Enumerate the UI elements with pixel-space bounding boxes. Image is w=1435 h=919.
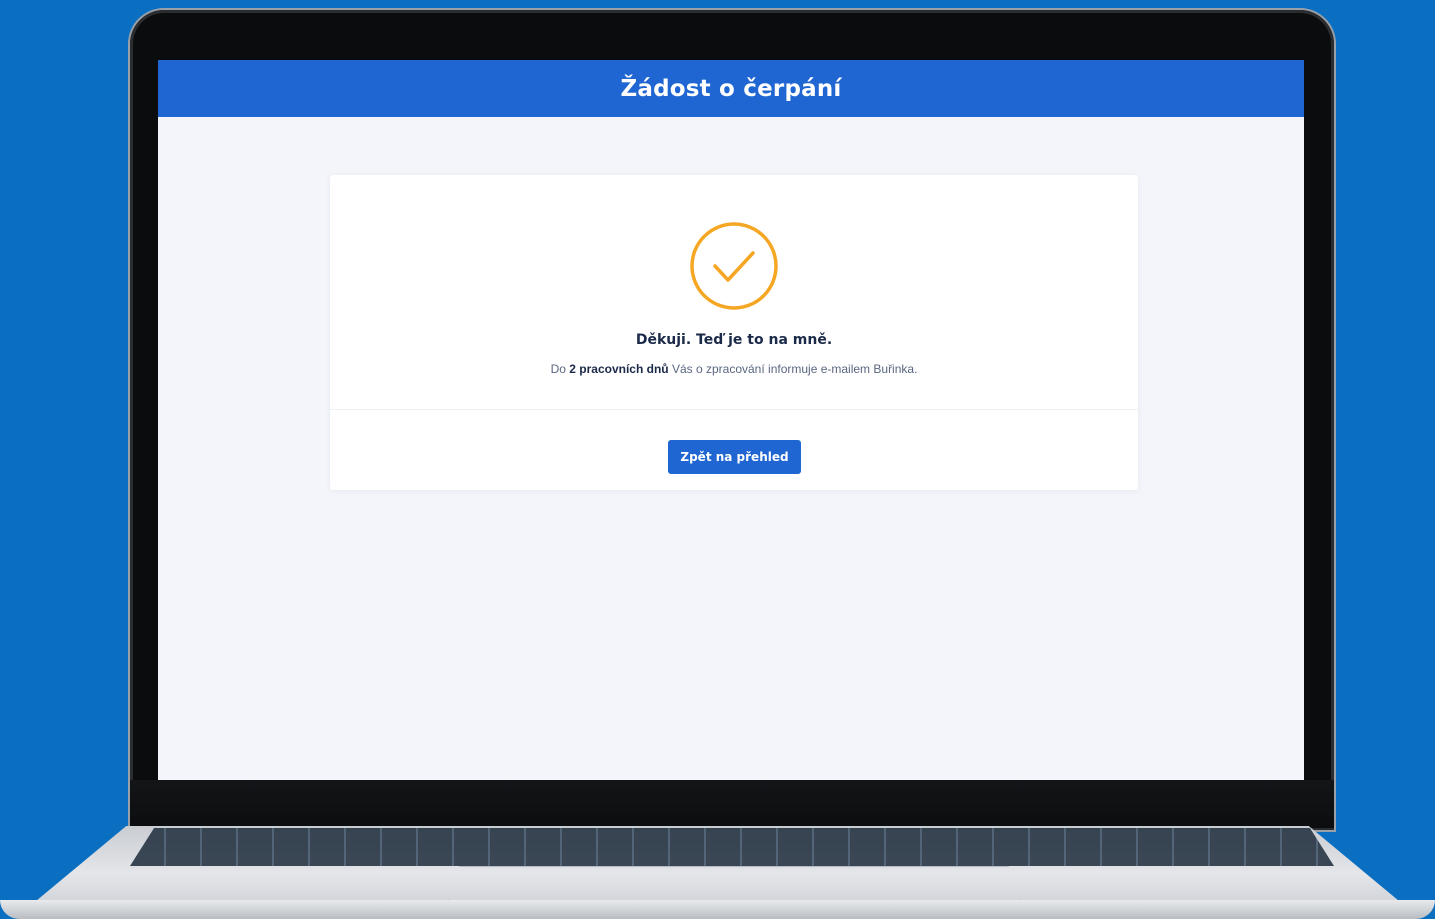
info-prefix: Do: [550, 362, 566, 376]
laptop-base-lip: [0, 900, 1435, 919]
back-to-overview-button[interactable]: Zpět na přehled: [668, 440, 801, 474]
check-circle-icon: [688, 220, 780, 312]
page-title: Žádost o čerpání: [620, 75, 842, 102]
confirmation-card: Děkuji. Teď je to na mně. Do 2 pracovníc…: [330, 175, 1138, 490]
confirmation-info: Do 2 pracovních dnů Vás o zpracování inf…: [330, 362, 1138, 376]
laptop-hinge: [130, 780, 1334, 828]
info-deadline: 2 pracovních dnů: [569, 362, 669, 376]
laptop-mockup: Žádost o čerpání Děkuji. Teď je to na mn…: [0, 0, 1435, 919]
laptop-keyboard: [130, 828, 1334, 866]
app-screen: Žádost o čerpání Děkuji. Teď je to na mn…: [158, 60, 1304, 780]
header-bar: Žádost o čerpání: [158, 60, 1304, 117]
card-divider: [330, 409, 1138, 410]
laptop-trackpad: [448, 866, 1020, 901]
confirmation-heading: Děkuji. Teď je to na mně.: [635, 332, 833, 348]
info-suffix: Vás o zpracování informuje e-mailem Buři…: [671, 362, 918, 376]
